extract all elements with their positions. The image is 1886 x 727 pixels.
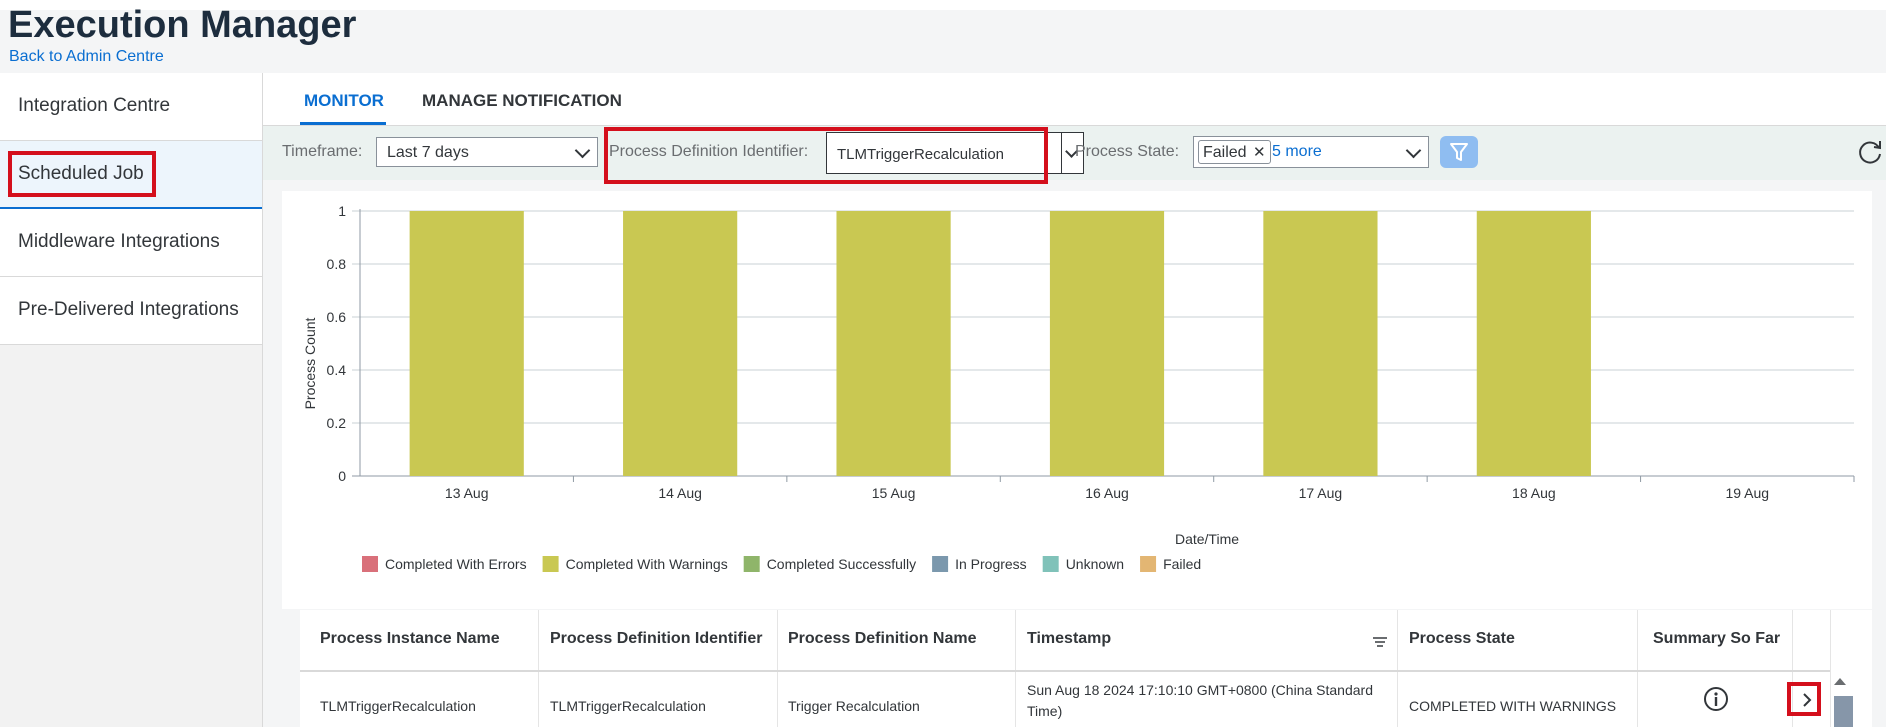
header-divider	[300, 670, 1830, 672]
legend-label: Completed With Errors	[385, 556, 527, 572]
bar-completed-with-warnings	[409, 211, 524, 476]
tab-bar: MONITOR MANAGE NOTIFICATION	[263, 73, 1886, 125]
legend-label: Unknown	[1066, 556, 1124, 572]
timeframe-select[interactable]: Last 7 days	[376, 137, 598, 167]
filter-bar: Timeframe: Last 7 days Process Definitio…	[263, 125, 1886, 180]
column-header[interactable]: Process Definition Name	[788, 630, 977, 648]
sidebar-item-middleware-integrations[interactable]: Middleware Integrations	[0, 209, 262, 277]
y-tick-label: 1	[338, 203, 346, 219]
back-to-admin-link[interactable]: Back to Admin Centre	[9, 48, 164, 66]
cell-timestamp: Sun Aug 18 2024 17:10:10 GMT+0800 (China…	[1027, 680, 1373, 722]
sidebar-item-scheduled-job[interactable]: Scheduled Job	[0, 141, 262, 209]
legend-swatch	[362, 556, 378, 572]
chevron-down-icon	[574, 142, 591, 159]
y-axis-label: Process Count	[302, 317, 318, 409]
tab-monitor[interactable]: MONITOR	[304, 91, 384, 111]
bar-completed-with-warnings	[1049, 211, 1165, 476]
info-button[interactable]	[1703, 686, 1729, 717]
y-tick-label: 0	[338, 468, 346, 484]
scrollbar-thumb[interactable]	[1834, 696, 1853, 727]
cell-pdi: TLMTriggerRecalculation	[550, 698, 706, 714]
chart-panel: 0 0.2 0.4 0.6 0.8 1 13 Aug 14 Aug 15 Aug 16 Aug 17…	[282, 191, 1872, 609]
column-header[interactable]: Summary So Far	[1653, 630, 1780, 648]
process-state-token[interactable]: Failed ✕	[1198, 140, 1271, 164]
legend-label: In Progress	[955, 556, 1027, 572]
legend-swatch	[932, 556, 949, 572]
cell-pdn: Trigger Recalculation	[788, 698, 920, 714]
legend-swatch	[743, 556, 760, 572]
y-tick-label: 0.8	[327, 256, 347, 272]
column-header[interactable]: Process State	[1409, 630, 1515, 648]
refresh-icon	[1859, 141, 1881, 164]
timeframe-value: Last 7 days	[387, 144, 469, 161]
close-icon[interactable]: ✕	[1253, 144, 1266, 161]
filter-icon	[1450, 143, 1468, 161]
sidebar-item-pre-delivered-integrations[interactable]: Pre-Delivered Integrations	[0, 277, 262, 345]
legend-swatch	[1140, 556, 1157, 572]
row-navigate-button[interactable]	[1793, 686, 1821, 714]
bar-completed-with-warnings	[1476, 211, 1591, 476]
process-state-label: Process State:	[1075, 143, 1180, 160]
tab-manage-notification[interactable]: MANAGE NOTIFICATION	[422, 91, 622, 111]
legend-label: Completed Successfully	[767, 556, 916, 572]
sort-icon[interactable]	[1373, 637, 1389, 647]
chevron-down-icon	[1405, 142, 1422, 159]
y-tick-label: 0.4	[327, 362, 347, 378]
x-tick-label: 14 Aug	[658, 485, 702, 501]
sidebar-item-label: Pre-Delivered Integrations	[18, 299, 239, 320]
column-header[interactable]: Process Definition Identifier	[550, 630, 762, 648]
bar-completed-with-warnings	[836, 211, 951, 476]
sidebar-item-label: Middleware Integrations	[18, 231, 220, 252]
legend-label: Failed	[1163, 556, 1201, 572]
x-axis-label: Date/Time	[1175, 531, 1239, 547]
timestamp-line-1: Sun Aug 18 2024 17:10:10 GMT+0800 (China…	[1027, 682, 1373, 698]
x-tick-label: 13 Aug	[445, 485, 489, 501]
sidebar-item-label: Scheduled Job	[18, 163, 144, 184]
x-tick-label: 19 Aug	[1725, 485, 1769, 501]
process-count-chart: 0 0.2 0.4 0.6 0.8 1 13 Aug 14 Aug 15 Aug 16 Aug 17…	[302, 203, 1855, 572]
chevron-right-icon	[1803, 693, 1812, 707]
timestamp-line-2: Time)	[1027, 703, 1063, 719]
bar-completed-with-warnings	[1263, 211, 1378, 476]
column-header[interactable]: Timestamp	[1027, 630, 1111, 648]
page-title: Execution Manager	[8, 4, 357, 46]
column-header[interactable]: Process Instance Name	[320, 630, 500, 648]
cell-state: COMPLETED WITH WARNINGS	[1409, 698, 1617, 714]
sidebar-item-integration-centre[interactable]: Integration Centre	[0, 73, 262, 141]
process-state-more-link[interactable]: 5 more	[1272, 143, 1322, 161]
timeframe-label: Timeframe:	[282, 143, 363, 160]
sidebar-item-label: Integration Centre	[18, 95, 171, 116]
x-tick-label: 16 Aug	[1085, 485, 1129, 501]
legend-swatch	[1042, 556, 1059, 572]
process-definition-identifier-input[interactable]: TLMTriggerRecalculation	[826, 132, 1062, 174]
process-definition-identifier-label: Process Definition Identifier:	[609, 143, 809, 160]
scroll-up-arrow[interactable]	[1834, 678, 1846, 685]
y-tick-label: 0.2	[327, 415, 347, 431]
info-icon	[1704, 687, 1728, 711]
y-tick-label: 0.6	[327, 309, 347, 325]
sidebar: Integration Centre Scheduled Job Middlew…	[0, 73, 263, 727]
x-tick-label: 18 Aug	[1512, 485, 1556, 501]
process-state-token-label: Failed	[1203, 144, 1247, 161]
cell-instance: TLMTriggerRecalculation	[320, 698, 476, 714]
refresh-button[interactable]	[1855, 136, 1885, 168]
filter-button[interactable]	[1440, 136, 1478, 168]
x-tick-label: 17 Aug	[1299, 485, 1343, 501]
x-tick-label: 15 Aug	[872, 485, 916, 501]
process-state-multiselect[interactable]: Failed ✕ 5 more	[1193, 136, 1429, 168]
legend-label: Completed With Warnings	[566, 556, 728, 572]
legend-swatch	[542, 556, 559, 572]
process-definition-identifier-value: TLMTriggerRecalculation	[837, 146, 1005, 163]
bar-completed-with-warnings	[623, 211, 738, 476]
process-table: Process Instance Name Process Definition…	[300, 610, 1872, 727]
